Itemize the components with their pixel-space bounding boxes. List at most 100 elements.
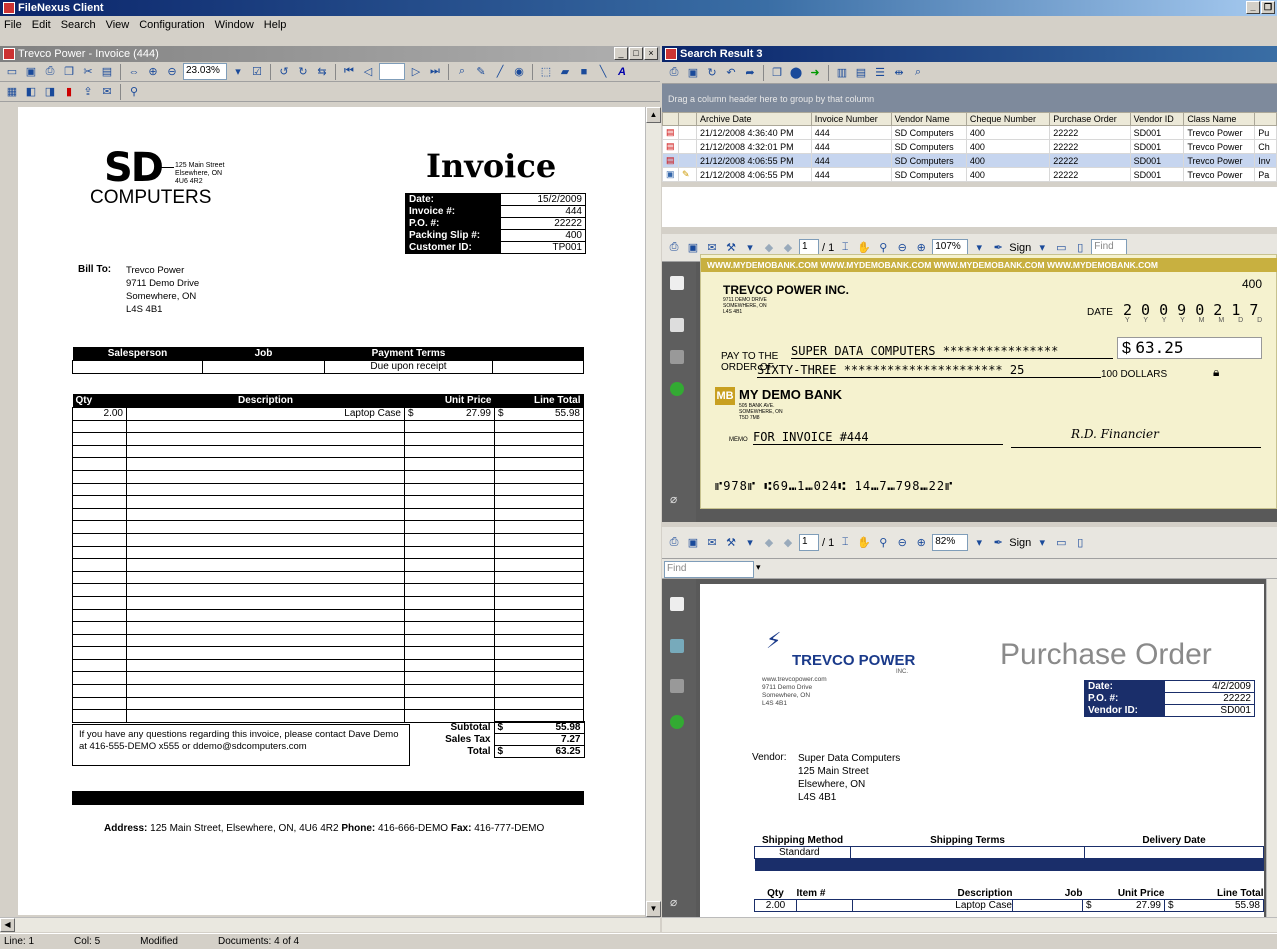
viewer2-find-input[interactable]: Find <box>664 561 754 578</box>
first-page-icon[interactable]: ⏮ <box>341 64 357 80</box>
arrow-icon[interactable]: ╲ <box>595 64 611 80</box>
page-icon[interactable]: ▤ <box>99 64 115 80</box>
col-invoice-number[interactable]: Invoice Number <box>810 112 892 126</box>
print-icon[interactable]: ⎙ <box>666 535 682 551</box>
help-icon[interactable] <box>670 382 684 396</box>
annotate-icon[interactable]: ✎ <box>473 64 489 80</box>
table-row[interactable]: ▤ 21/12/2008 4:36:40 PM 444 SD Computers 400… <box>662 125 1277 140</box>
help-icon[interactable] <box>670 715 684 729</box>
col-attach[interactable] <box>678 112 697 126</box>
chart-icon[interactable]: ▥ <box>834 65 850 81</box>
delete-icon[interactable]: ▮ <box>61 84 77 100</box>
invoice-hscrollbar[interactable]: ◀ <box>0 917 660 932</box>
select-icon[interactable]: ⬚ <box>538 64 554 80</box>
viewer1-sign-button[interactable]: Sign <box>1009 242 1031 254</box>
prev-doc-icon[interactable]: ◧ <box>23 84 39 100</box>
layers-icon[interactable] <box>670 318 684 332</box>
menu-edit[interactable]: Edit <box>32 19 51 31</box>
columns-icon[interactable]: ⇹ <box>891 65 907 81</box>
view-icon[interactable]: ▣ <box>685 65 701 81</box>
table-row[interactable]: ▤ 21/12/2008 4:06:55 PM 444 SD Computers 400… <box>662 153 1277 168</box>
prev-page-icon[interactable]: ◁ <box>360 64 376 80</box>
col-overflow[interactable] <box>1254 112 1277 126</box>
restore-button[interactable]: ❐ <box>1261 1 1275 14</box>
next-page-icon[interactable]: ◆ <box>780 535 796 551</box>
forward-icon[interactable]: ➜ <box>807 65 823 81</box>
move-icon[interactable]: ➦ <box>742 65 758 81</box>
col-archive-date[interactable]: Archive Date <box>696 112 812 126</box>
email-icon[interactable]: ✉ <box>704 535 720 551</box>
page-number-input[interactable] <box>379 63 405 80</box>
zoom-in-icon[interactable]: ⊕ <box>913 535 929 551</box>
pane-maximize-button[interactable]: □ <box>629 47 643 60</box>
list-icon[interactable]: ☰ <box>872 65 888 81</box>
rotate-left-icon[interactable]: ↺ <box>276 64 292 80</box>
zoom-tool-icon[interactable]: ⚲ <box>875 535 891 551</box>
export-icon[interactable]: ⇪ <box>80 84 96 100</box>
pages-icon[interactable] <box>670 276 684 290</box>
copy-icon[interactable]: ❐ <box>61 64 77 80</box>
pane-minimize-button[interactable]: _ <box>614 47 628 60</box>
export-icon[interactable]: ▤ <box>853 65 869 81</box>
viewer2-zoom-select[interactable]: 82% <box>932 534 969 551</box>
rectangle-icon[interactable]: ■ <box>576 64 592 80</box>
thumbnail-icon[interactable]: ▦ <box>4 84 20 100</box>
next-page-icon[interactable]: ▷ <box>408 64 424 80</box>
bookmarks-icon[interactable] <box>670 639 684 653</box>
pin-icon[interactable]: ⚲ <box>126 84 142 100</box>
properties-icon[interactable]: ☑ <box>249 64 265 80</box>
menu-view[interactable]: View <box>106 19 130 31</box>
hand-icon[interactable]: ✋ <box>856 535 872 551</box>
menu-help[interactable]: Help <box>264 19 287 31</box>
save-icon[interactable]: ▣ <box>23 64 39 80</box>
zoom-select[interactable]: 23.03% <box>183 63 227 80</box>
results-pane-titlebar[interactable]: Search Result 3 <box>662 46 1277 62</box>
last-page-icon[interactable]: ⏭ <box>427 64 443 80</box>
col-type[interactable] <box>662 112 679 126</box>
fit-page-icon[interactable]: ▭ <box>1053 535 1069 551</box>
table-row[interactable]: ▣ ✎ 21/12/2008 4:06:55 PM 444 SD Computers 40… <box>662 167 1277 182</box>
viewer2-sign-button[interactable]: Sign <box>1009 537 1031 549</box>
next-doc-icon[interactable]: ◨ <box>42 84 58 100</box>
record-icon[interactable]: ⬤ <box>788 65 804 81</box>
zoom-out-icon[interactable]: ⊖ <box>894 535 910 551</box>
scroll-down-button[interactable]: ▼ <box>646 901 661 917</box>
right-hscrollbar[interactable] <box>662 917 1277 932</box>
print-icon[interactable]: ⎙ <box>666 240 682 256</box>
mail-icon[interactable]: ✉ <box>99 84 115 100</box>
signatures-icon[interactable] <box>670 350 684 364</box>
chevron-down-icon[interactable]: ▾ <box>230 64 246 80</box>
fit-width-icon[interactable]: ▯ <box>1072 535 1088 551</box>
line-icon[interactable]: ╱ <box>492 64 508 80</box>
scroll-up-button[interactable]: ▲ <box>646 107 661 123</box>
pane-close-button[interactable]: × <box>644 47 658 60</box>
copy-icon[interactable]: ❐ <box>769 65 785 81</box>
open-icon[interactable]: ▭ <box>4 64 20 80</box>
invoice-scrollbar[interactable]: ▲ ▼ <box>645 107 661 917</box>
print-icon[interactable]: ⎙ <box>42 64 58 80</box>
zoom-in-icon[interactable]: ⊕ <box>145 64 161 80</box>
col-cheque-number[interactable]: Cheque Number <box>965 112 1051 126</box>
chevron-down-icon[interactable]: ▾ <box>756 562 761 573</box>
fit-width-icon[interactable]: ⇔ <box>126 64 142 80</box>
attachment-icon[interactable]: ⌀ <box>670 895 684 909</box>
rotate-right-icon[interactable]: ↻ <box>295 64 311 80</box>
col-purchase-order[interactable]: Purchase Order <box>1049 112 1131 126</box>
table-row[interactable]: ▤ 21/12/2008 4:32:01 PM 444 SD Computers 400… <box>662 139 1277 154</box>
tools-icon[interactable]: ⚒ <box>723 535 739 551</box>
invoice-pane-titlebar[interactable]: Trevco Power - Invoice (444) _ □ × <box>0 46 660 62</box>
chevron-down-icon[interactable]: ▾ <box>1034 535 1050 551</box>
find-icon[interactable]: ⌕ <box>454 64 470 80</box>
refresh-icon[interactable]: ↻ <box>704 65 720 81</box>
minimize-button[interactable]: _ <box>1246 1 1260 14</box>
undo-icon[interactable]: ↶ <box>723 65 739 81</box>
viewer2-page-input[interactable]: 1 <box>799 534 819 551</box>
menu-search[interactable]: Search <box>61 19 96 31</box>
cut-icon[interactable]: ✂ <box>80 64 96 80</box>
col-class-name[interactable]: Class Name <box>1183 112 1256 126</box>
menu-window[interactable]: Window <box>215 19 254 31</box>
pages-icon[interactable] <box>670 597 684 611</box>
save-icon[interactable]: ▣ <box>685 240 701 256</box>
col-vendor-id[interactable]: Vendor ID <box>1129 112 1185 126</box>
attachment-icon[interactable]: ⌀ <box>670 492 684 506</box>
